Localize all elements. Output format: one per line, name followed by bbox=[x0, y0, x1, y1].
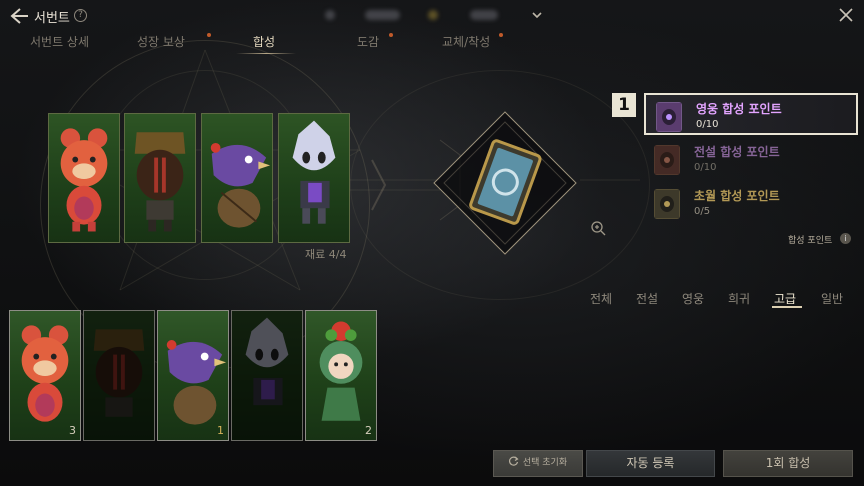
material-slot-3[interactable] bbox=[201, 113, 273, 243]
synthesis-result-slot bbox=[433, 111, 577, 255]
armored-knight-servant-portrait bbox=[134, 132, 186, 232]
inventory-card-3[interactable]: 1 bbox=[157, 310, 229, 441]
filter-advanced[interactable]: 고급 bbox=[774, 290, 796, 307]
currency-blurred-2 bbox=[365, 10, 400, 20]
tab-bar: 서번트 상세 성장 보상 합성 도감 교체/착성 bbox=[0, 33, 864, 55]
selected-dim-overlay bbox=[232, 311, 302, 440]
currency-blurred-4 bbox=[470, 10, 498, 20]
points-name: 전설 합성 포인트 bbox=[694, 145, 780, 159]
reset-selection-button[interactable]: 선택 초기화 bbox=[493, 450, 583, 477]
tab-notification-dot bbox=[499, 33, 503, 37]
active-tab-underline bbox=[236, 53, 296, 54]
page-title: 서번트 bbox=[34, 11, 70, 26]
filter-legend[interactable]: 전설 bbox=[636, 290, 658, 307]
points-name: 초월 합성 포인트 bbox=[694, 189, 780, 203]
info-icon[interactable]: i bbox=[840, 233, 851, 244]
points-value: 0/5 bbox=[694, 206, 711, 217]
header-bar: 서번트 ? bbox=[0, 0, 864, 32]
filter-common[interactable]: 일반 bbox=[821, 290, 843, 307]
tab-collection[interactable]: 도감 bbox=[357, 33, 379, 50]
annotation-number-badge: 1 bbox=[612, 93, 636, 117]
filter-hero[interactable]: 영웅 bbox=[682, 290, 704, 307]
points-value: 0/10 bbox=[694, 162, 717, 173]
points-row-transcend[interactable]: 초월 합성 포인트 0/5 bbox=[640, 182, 858, 224]
synthesis-points-link[interactable]: 합성 포인트 bbox=[788, 233, 832, 246]
filter-rare[interactable]: 희귀 bbox=[728, 290, 750, 307]
selected-dim-overlay bbox=[84, 311, 154, 440]
synthesize-once-button[interactable]: 1회 합성 bbox=[723, 450, 853, 477]
points-row-hero[interactable]: 영웅 합성 포인트 0/10 bbox=[644, 93, 858, 135]
inventory-card-2[interactable] bbox=[83, 310, 155, 441]
currency-blurred-1 bbox=[325, 10, 335, 20]
material-slot-4[interactable] bbox=[278, 113, 350, 243]
currency-blurred-3 bbox=[428, 10, 438, 20]
inventory-count: 3 bbox=[69, 424, 76, 437]
tab-synthesis[interactable]: 합성 bbox=[253, 33, 275, 50]
inventory-count: 1 bbox=[217, 424, 224, 437]
inventory-card-1[interactable]: 3 bbox=[9, 310, 81, 441]
reset-icon bbox=[508, 456, 519, 466]
synthesis-points-panel: 영웅 합성 포인트 0/10 전설 합성 포인트 0/10 초월 합성 포인트 … bbox=[640, 92, 858, 228]
points-row-legend[interactable]: 전설 합성 포인트 0/10 bbox=[640, 138, 858, 180]
close-icon[interactable] bbox=[838, 7, 854, 23]
transcend-card-icon bbox=[654, 189, 680, 219]
filter-all[interactable]: 전체 bbox=[590, 290, 612, 307]
material-slot-2[interactable] bbox=[124, 113, 196, 243]
inventory-card-4[interactable] bbox=[231, 310, 303, 441]
legend-card-icon bbox=[654, 145, 680, 175]
tab-swap[interactable]: 교체/착성 bbox=[442, 33, 490, 50]
active-filter-underline bbox=[772, 306, 802, 308]
material-slot-1[interactable] bbox=[48, 113, 120, 243]
teddy-bear-servant-portrait bbox=[60, 128, 108, 232]
points-name: 영웅 합성 포인트 bbox=[696, 102, 782, 116]
tab-notification-dot bbox=[389, 33, 393, 37]
tab-notification-dot bbox=[207, 33, 211, 37]
flower-girl-servant-portrait bbox=[319, 321, 363, 421]
auto-register-button[interactable]: 자동 등록 bbox=[586, 450, 715, 477]
tab-servant-detail[interactable]: 서번트 상세 bbox=[30, 33, 89, 50]
points-value: 0/10 bbox=[696, 119, 719, 130]
material-count-label: 재료 4/4 bbox=[305, 248, 347, 261]
grade-filter-bar: 전체 전설 영웅 희귀 고급 일반 bbox=[580, 290, 864, 310]
inventory-card-5[interactable]: 2 bbox=[305, 310, 377, 441]
reset-selection-label: 선택 초기화 bbox=[522, 458, 568, 468]
chevron-down-icon[interactable] bbox=[531, 9, 543, 21]
inventory-count: 2 bbox=[365, 424, 372, 437]
teddy-bear-servant-portrait bbox=[21, 325, 69, 422]
hero-card-icon bbox=[656, 102, 682, 132]
zoom-in-icon[interactable] bbox=[590, 220, 606, 236]
back-arrow-icon[interactable] bbox=[8, 6, 30, 26]
purple-bird-servant-portrait bbox=[210, 143, 271, 228]
purple-bird-servant-portrait bbox=[166, 340, 227, 425]
ghost-servant-portrait bbox=[292, 120, 336, 224]
tab-growth-reward[interactable]: 성장 보상 bbox=[137, 33, 185, 50]
help-icon[interactable]: ? bbox=[74, 9, 87, 22]
